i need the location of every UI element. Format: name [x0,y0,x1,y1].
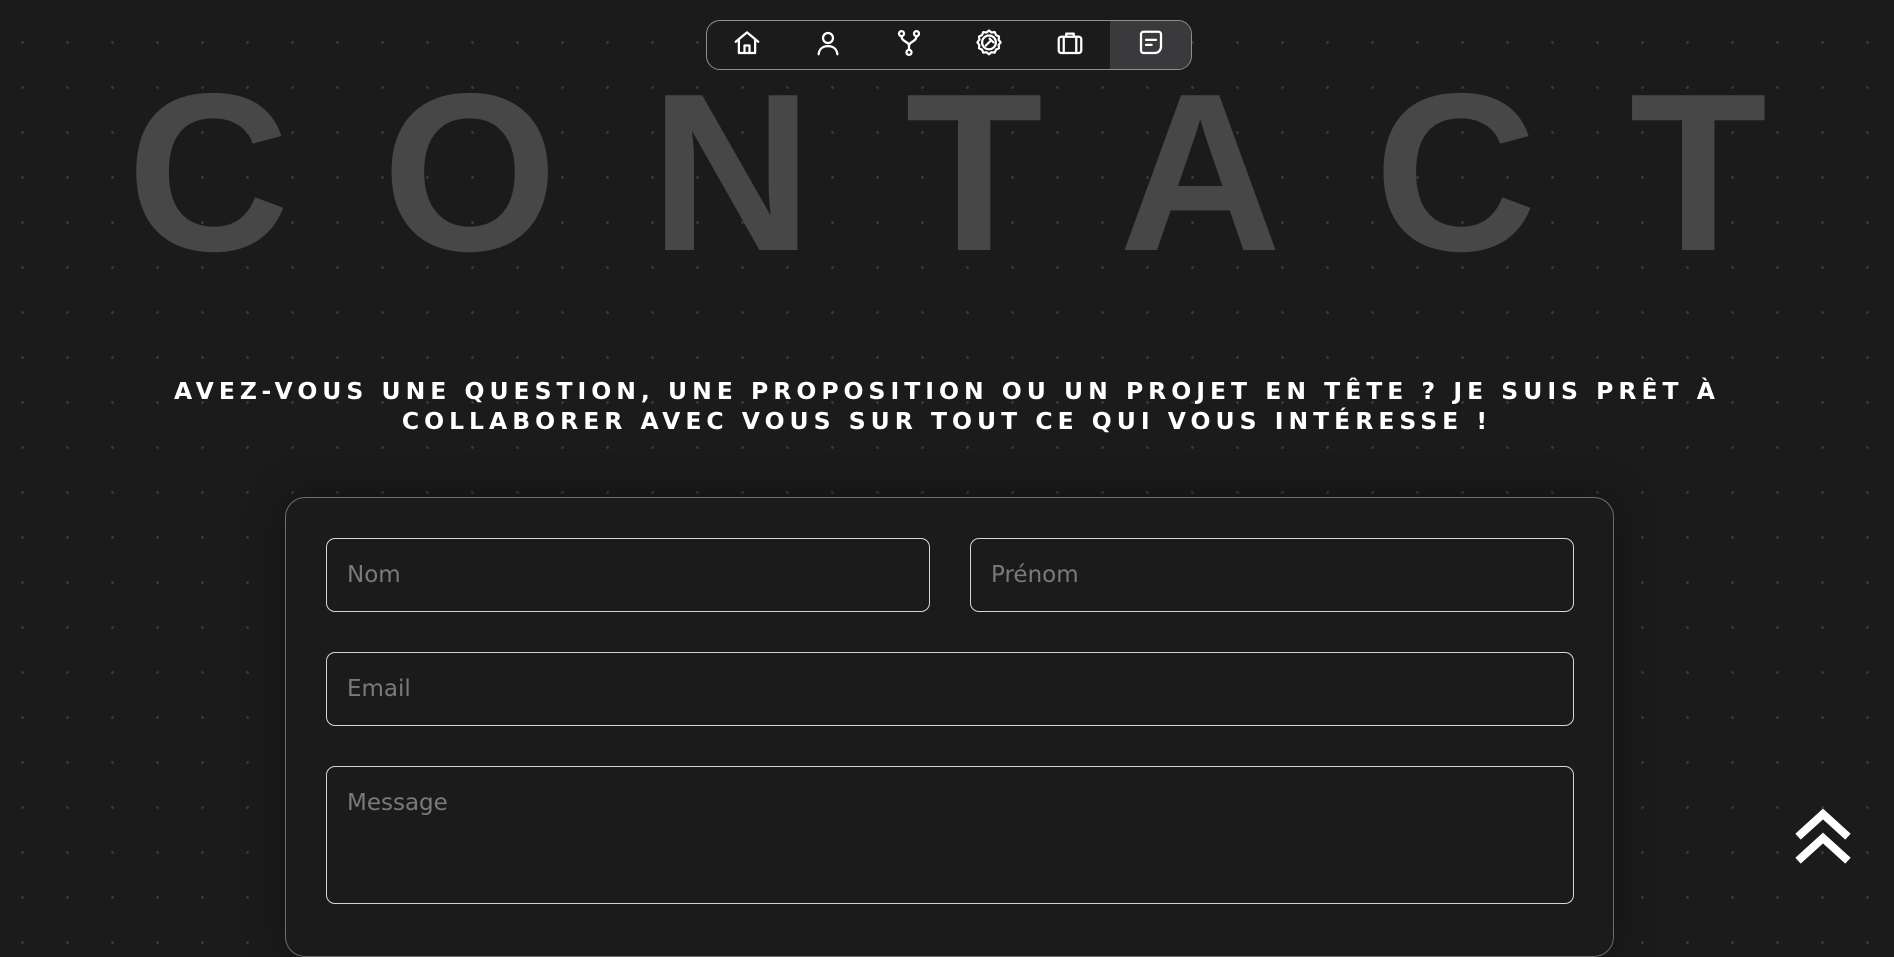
chevrons-up-icon [1795,808,1851,870]
nav-contact[interactable] [1110,21,1191,69]
message-icon [1136,28,1166,62]
nav-home[interactable] [707,21,788,69]
intro-text: Avez-vous une question, une proposition … [174,377,1720,435]
message-textarea[interactable] [326,766,1574,904]
scroll-top-button[interactable] [1795,806,1851,866]
nav-experience[interactable] [1030,21,1111,69]
email-input[interactable] [326,652,1574,726]
briefcase-icon [1055,28,1085,62]
nav-skills[interactable] [949,21,1030,69]
git-fork-icon [894,28,924,62]
nom-input[interactable] [326,538,930,612]
prenom-input[interactable] [970,538,1574,612]
nav-about[interactable] [788,21,869,69]
home-icon [732,28,762,62]
user-icon [813,28,843,62]
hero-title: CONTACT [127,46,1767,290]
nav-projects[interactable] [868,21,949,69]
contact-form [285,497,1614,957]
skills-badge-icon [974,28,1004,62]
page-title: CONTACT [0,40,1894,298]
top-nav [706,20,1192,70]
